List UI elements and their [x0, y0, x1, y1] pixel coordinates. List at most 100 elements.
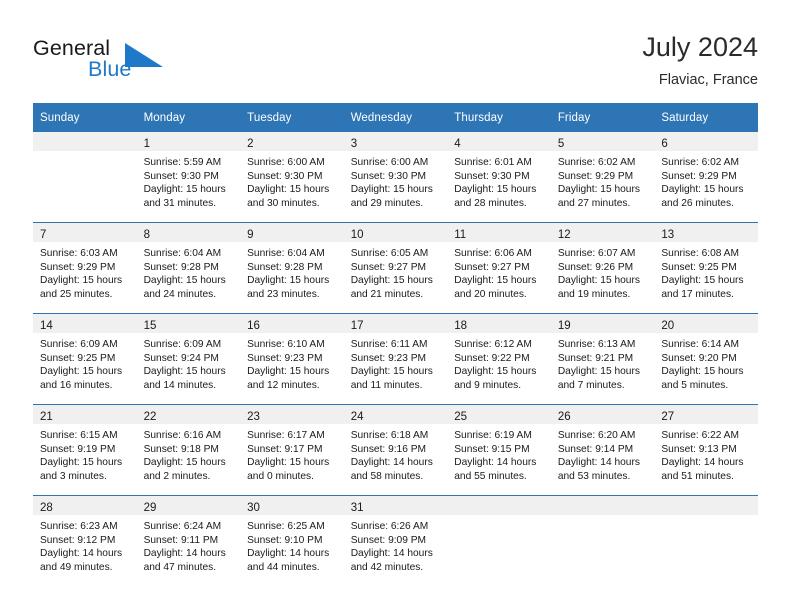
calendar-day-cell[interactable]: 4 Sunrise: 6:01 AM Sunset: 9:30 PM Daylight… — [447, 132, 551, 223]
day-detail-line: Daylight: 15 hours — [661, 366, 744, 378]
calendar-day-cell-empty — [550, 495, 655, 586]
day-detail-line: Sunrise: 6:09 AM — [143, 339, 222, 350]
day-detail-line: and 2 minutes. — [143, 470, 211, 482]
day-detail-line: Sunrise: 6:17 AM — [247, 430, 325, 441]
page-title: July 2024 — [642, 32, 758, 62]
day-detail-line: Daylight: 14 hours — [247, 548, 330, 560]
calendar-day-cell[interactable]: 11 Sunrise: 6:06 AM Sunset: 9:27 PM Dayligh… — [447, 222, 551, 314]
day-number: 12 — [557, 229, 571, 241]
calendar-day-cell-empty — [654, 495, 758, 586]
day-detail-line: Sunset: 9:30 PM — [247, 170, 323, 182]
day-detail-line: Daylight: 15 hours — [143, 366, 226, 378]
calendar-day-cell[interactable]: 20 Sunrise: 6:14 AM Sunset: 9:20 PM Dayligh… — [654, 313, 758, 405]
day-detail-line: Daylight: 15 hours — [454, 184, 537, 196]
day-number: 2 — [247, 138, 254, 150]
day-detail-line: Daylight: 15 hours — [247, 457, 330, 469]
day-detail-line: Daylight: 15 hours — [143, 275, 226, 287]
calendar-day-cell[interactable]: 29 Sunrise: 6:24 AM Sunset: 9:11 PM Dayligh… — [136, 495, 241, 586]
day-detail-line: and 3 minutes. — [40, 470, 107, 482]
weekday-header-tuesday: Tuesday — [240, 103, 344, 132]
calendar-day-cell[interactable]: 26 Sunrise: 6:20 AM Sunset: 9:14 PM Dayligh… — [550, 404, 655, 496]
calendar-day-cell[interactable]: 9 Sunrise: 6:04 AM Sunset: 9:28 PM Daylight… — [240, 222, 344, 314]
day-number-band: 22 — [136, 405, 241, 424]
day-detail-text: Sunrise: 6:02 AM Sunset: 9:29 PM Daylight:… — [654, 151, 758, 210]
day-detail-line: and 27 minutes. — [557, 197, 631, 209]
day-detail-line: and 21 minutes. — [350, 288, 424, 300]
day-detail-line: Sunrise: 6:07 AM — [557, 248, 636, 259]
weekday-header-friday: Friday — [550, 103, 655, 132]
calendar-day-cell[interactable]: 10 Sunrise: 6:05 AM Sunset: 9:27 PM Dayligh… — [343, 222, 448, 314]
day-detail-line: Sunrise: 6:25 AM — [247, 521, 325, 532]
day-number-band: 11 — [447, 223, 551, 242]
calendar-week-row: 1 Sunrise: 5:59 AM Sunset: 9:30 PM Daylight… — [33, 132, 758, 223]
day-number: 23 — [247, 411, 260, 423]
day-detail-line: Sunrise: 6:12 AM — [454, 339, 532, 350]
day-detail-line: Sunrise: 6:16 AM — [143, 430, 222, 441]
calendar-day-cell[interactable]: 16 Sunrise: 6:10 AM Sunset: 9:23 PM Dayligh… — [240, 313, 344, 405]
day-detail-line: Daylight: 15 hours — [40, 275, 123, 287]
calendar-day-cell[interactable]: 21 Sunrise: 6:15 AM Sunset: 9:19 PM Dayligh… — [33, 404, 137, 496]
calendar-day-cell[interactable]: 6 Sunrise: 6:02 AM Sunset: 9:29 PM Daylight… — [654, 132, 758, 223]
day-detail-line: Daylight: 15 hours — [557, 366, 640, 378]
day-detail-line: and 28 minutes. — [454, 197, 527, 209]
calendar-day-cell[interactable]: 30 Sunrise: 6:25 AM Sunset: 9:10 PM Dayligh… — [240, 495, 344, 586]
day-detail-line: and 19 minutes. — [557, 288, 631, 300]
day-number-band: 19 — [550, 314, 655, 333]
calendar-day-cell[interactable]: 31 Sunrise: 6:26 AM Sunset: 9:09 PM Dayligh… — [343, 495, 448, 586]
calendar-day-cell[interactable]: 23 Sunrise: 6:17 AM Sunset: 9:17 PM Dayligh… — [240, 404, 344, 496]
calendar-day-cell[interactable]: 13 Sunrise: 6:08 AM Sunset: 9:25 PM Dayligh… — [654, 222, 758, 314]
calendar-day-cell[interactable]: 25 Sunrise: 6:19 AM Sunset: 9:15 PM Dayligh… — [447, 404, 551, 496]
day-detail-line: Sunset: 9:28 PM — [143, 261, 219, 273]
calendar-day-cell[interactable]: 28 Sunrise: 6:23 AM Sunset: 9:12 PM Dayligh… — [33, 495, 137, 586]
calendar-day-cell[interactable]: 24 Sunrise: 6:18 AM Sunset: 9:16 PM Dayligh… — [343, 404, 448, 496]
calendar-day-cell[interactable]: 19 Sunrise: 6:13 AM Sunset: 9:21 PM Dayligh… — [550, 313, 655, 405]
day-number: 11 — [454, 229, 467, 241]
day-detail-line: Sunset: 9:13 PM — [661, 443, 737, 455]
weekday-header-saturday: Saturday — [654, 103, 758, 132]
day-detail-line: Sunrise: 6:03 AM — [40, 248, 118, 259]
day-number-band: 29 — [136, 496, 241, 515]
day-number: 20 — [661, 320, 675, 332]
day-detail-line: Sunset: 9:12 PM — [40, 534, 116, 546]
day-number-band: 26 — [550, 405, 655, 424]
calendar-day-cell[interactable]: 8 Sunrise: 6:04 AM Sunset: 9:28 PM Daylight… — [136, 222, 241, 314]
day-number: 27 — [661, 411, 675, 423]
calendar-week-row: 14 Sunrise: 6:09 AM Sunset: 9:25 PM Dayligh… — [33, 313, 758, 405]
day-detail-line: Daylight: 14 hours — [557, 457, 640, 469]
day-detail-text: Sunrise: 6:16 AM Sunset: 9:18 PM Daylight:… — [137, 424, 241, 483]
day-detail-line: Sunrise: 6:22 AM — [661, 430, 739, 441]
day-detail-line: Sunset: 9:24 PM — [143, 352, 219, 364]
day-number-band: 30 — [240, 496, 344, 515]
day-detail-line: Sunrise: 6:04 AM — [247, 248, 325, 259]
calendar-day-cell[interactable]: 15 Sunrise: 6:09 AM Sunset: 9:24 PM Dayligh… — [136, 313, 241, 405]
day-detail-line: Daylight: 15 hours — [40, 457, 123, 469]
day-number-band: 27 — [654, 405, 758, 424]
calendar-day-cell[interactable]: 22 Sunrise: 6:16 AM Sunset: 9:18 PM Dayligh… — [136, 404, 241, 496]
calendar-day-cell[interactable]: 1 Sunrise: 5:59 AM Sunset: 9:30 PM Daylight… — [136, 132, 241, 223]
calendar-day-cell[interactable]: 7 Sunrise: 6:03 AM Sunset: 9:29 PM Daylight… — [33, 222, 137, 314]
calendar-day-cell[interactable]: 18 Sunrise: 6:12 AM Sunset: 9:22 PM Dayligh… — [447, 313, 551, 405]
day-detail-line: Daylight: 15 hours — [350, 184, 433, 196]
calendar-day-cell[interactable]: 5 Sunrise: 6:02 AM Sunset: 9:29 PM Daylight… — [550, 132, 655, 223]
day-number: 28 — [40, 502, 53, 514]
weekday-header-row: Sunday Monday Tuesday Wednesday Thursday Frid… — [33, 103, 758, 132]
day-detail-text: Sunrise: 6:08 AM Sunset: 9:25 PM Daylight:… — [654, 242, 758, 301]
day-detail-text: Sunrise: 6:03 AM Sunset: 9:29 PM Daylight:… — [33, 242, 137, 301]
calendar-day-cell[interactable]: 27 Sunrise: 6:22 AM Sunset: 9:13 PM Dayligh… — [654, 404, 758, 496]
day-detail-text: Sunrise: 6:25 AM Sunset: 9:10 PM Daylight:… — [240, 515, 344, 574]
day-detail-line: Sunset: 9:14 PM — [557, 443, 634, 455]
calendar-day-cell[interactable]: 17 Sunrise: 6:11 AM Sunset: 9:23 PM Dayligh… — [343, 313, 448, 405]
page-subtitle-location: Flaviac, France — [658, 72, 758, 88]
day-detail-line: Sunrise: 6:02 AM — [661, 157, 739, 168]
day-detail-line: and 9 minutes. — [454, 379, 522, 391]
calendar-day-cell[interactable]: 14 Sunrise: 6:09 AM Sunset: 9:25 PM Dayligh… — [33, 313, 137, 405]
day-detail-line: Sunrise: 5:59 AM — [143, 157, 222, 168]
day-detail-line: and 26 minutes. — [661, 197, 734, 209]
day-number-band: 13 — [654, 223, 758, 242]
calendar-day-cell[interactable]: 2 Sunrise: 6:00 AM Sunset: 9:30 PM Daylight… — [240, 132, 344, 223]
calendar-day-cell[interactable]: 12 Sunrise: 6:07 AM Sunset: 9:26 PM Dayligh… — [550, 222, 655, 314]
day-detail-line: Sunset: 9:30 PM — [350, 170, 427, 182]
day-detail-line: Sunrise: 6:19 AM — [454, 430, 532, 441]
calendar-day-cell[interactable]: 3 Sunrise: 6:00 AM Sunset: 9:30 PM Daylight… — [343, 132, 448, 223]
day-number-band: 31 — [343, 496, 448, 515]
